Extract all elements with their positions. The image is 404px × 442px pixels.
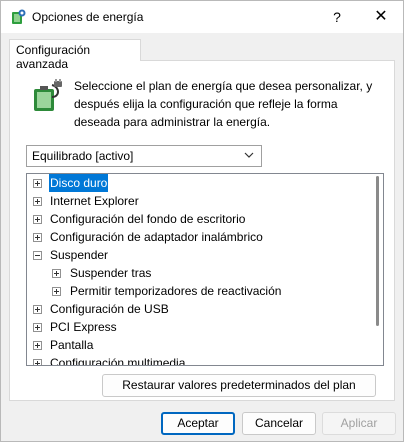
expand-plus-icon[interactable]: [52, 269, 61, 278]
plan-dropdown-value: Equilibrado [activo]: [32, 149, 134, 163]
description-line: deseada para administrar la energía.: [74, 115, 271, 129]
expand-plus-icon[interactable]: [33, 359, 42, 365]
tree-scrollbar[interactable]: [376, 176, 379, 326]
tree-item-label: Suspender: [50, 248, 109, 262]
cancel-button[interactable]: Cancelar: [242, 412, 316, 435]
tree-item-label: Configuración del fondo de escritorio: [50, 212, 246, 226]
expand-plus-icon[interactable]: [33, 197, 42, 206]
battery-plug-icon: [34, 79, 62, 111]
title-bar[interactable]: Opciones de energía ? ✕: [1, 1, 403, 33]
description-line: Seleccione el plan de energía que desea …: [74, 79, 373, 93]
expand-plus-icon[interactable]: [33, 215, 42, 224]
description-line: después elija la configuración que refle…: [74, 97, 338, 111]
window-title: Opciones de energía: [32, 10, 144, 24]
ok-button[interactable]: Aceptar: [161, 412, 235, 435]
settings-tree[interactable]: Disco duro Internet Explorer Configuraci…: [26, 173, 384, 366]
tree-item-label: Pantalla: [50, 338, 94, 352]
description-text: Seleccione el plan de energía que desea …: [74, 77, 384, 131]
tree-item-label: Permitir temporizadores de reactivación: [70, 284, 282, 298]
power-options-icon: [12, 9, 26, 24]
expand-plus-icon[interactable]: [52, 287, 61, 296]
tree-item-label: Configuración de USB: [50, 302, 169, 316]
collapse-minus-icon[interactable]: [33, 251, 42, 260]
restore-defaults-button[interactable]: Restaurar valores predeterminados del pl…: [102, 374, 376, 397]
expand-plus-icon[interactable]: [33, 305, 42, 314]
tree-item-label: Disco duro: [49, 174, 109, 192]
chevron-down-icon: [244, 152, 254, 158]
close-button[interactable]: ✕: [361, 1, 401, 33]
advanced-settings-panel: Seleccione el plan de energía que desea …: [9, 60, 395, 401]
help-button[interactable]: ?: [319, 1, 355, 33]
tree-item-label: Configuración de adaptador inalámbrico: [50, 230, 263, 244]
expand-plus-icon[interactable]: [33, 233, 42, 242]
power-options-dialog: Opciones de energía ? ✕ Configuración av…: [0, 0, 404, 442]
expand-plus-icon[interactable]: [33, 323, 42, 332]
tree-item-label: Internet Explorer: [50, 194, 139, 208]
plan-dropdown[interactable]: Equilibrado [activo]: [26, 145, 262, 167]
expand-plus-icon[interactable]: [33, 341, 42, 350]
tab-advanced-settings[interactable]: Configuración avanzada: [9, 39, 141, 71]
tree-item-label: PCI Express: [50, 320, 117, 334]
tree-item-label: Configuración multimedia: [50, 356, 186, 366]
apply-button[interactable]: Aplicar: [322, 412, 396, 435]
expand-plus-icon[interactable]: [33, 179, 42, 188]
tree-item-label: Suspender tras: [70, 266, 152, 280]
